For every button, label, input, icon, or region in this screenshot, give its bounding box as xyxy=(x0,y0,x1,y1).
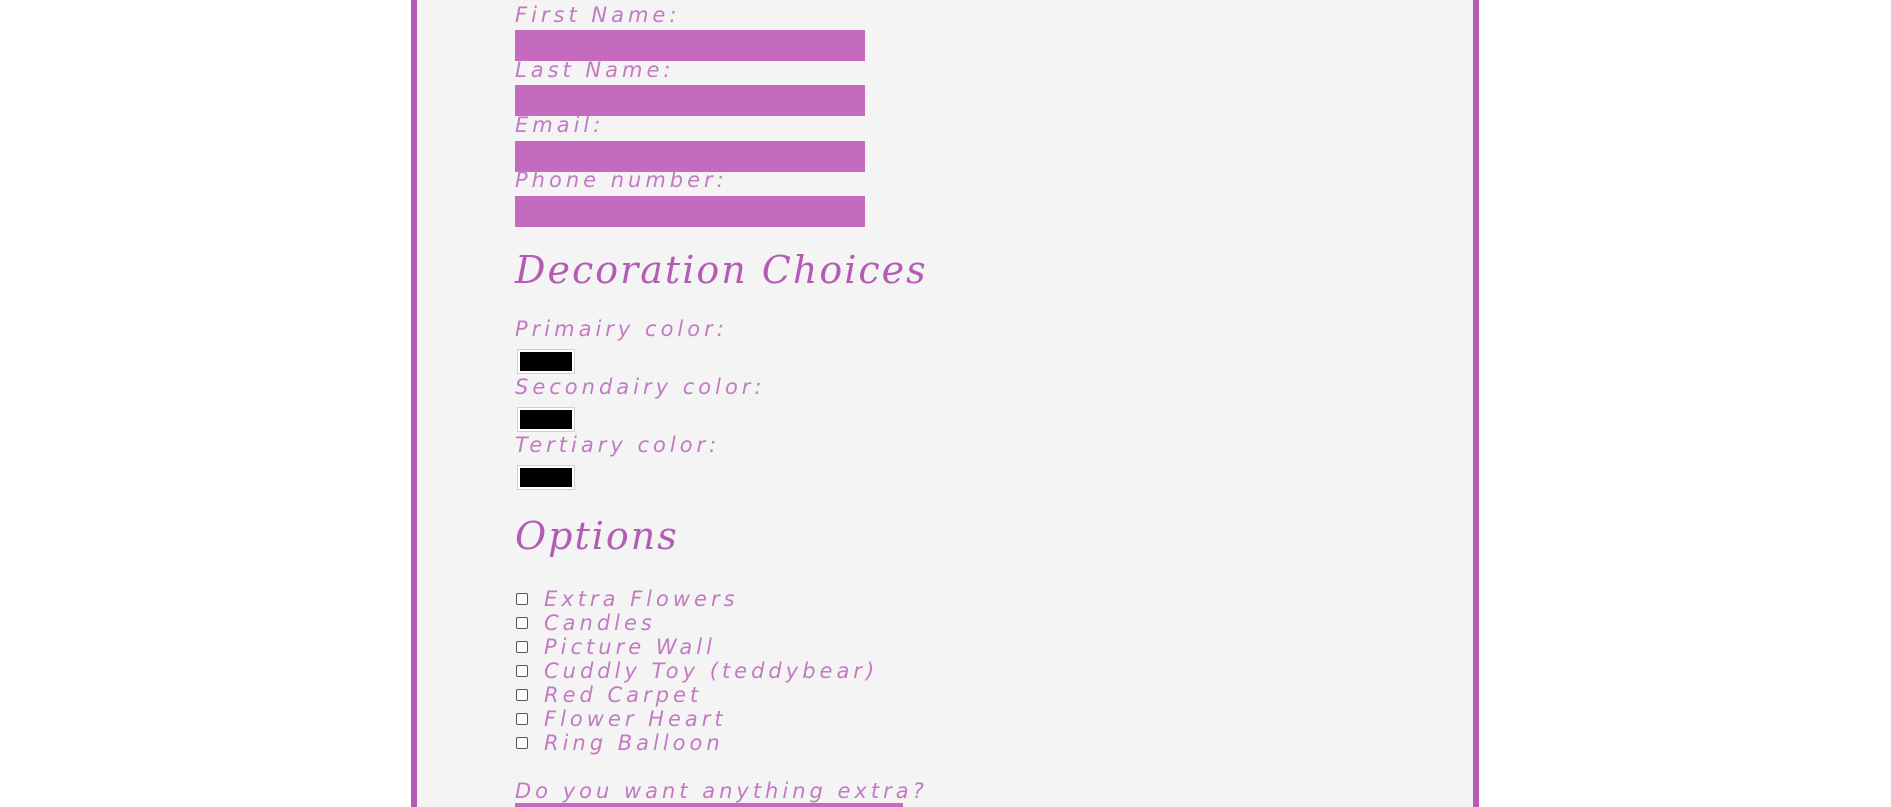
secondary-color-fill xyxy=(520,410,572,429)
secondary-color-picker[interactable] xyxy=(517,407,575,432)
options-heading: Options xyxy=(515,514,679,558)
primary-color-fill xyxy=(520,352,572,371)
first-name-input[interactable] xyxy=(515,30,865,61)
form-panel: First Name: Last Name: Email: Phone numb… xyxy=(411,0,1479,807)
primary-color-label: Primairy color: xyxy=(515,317,728,341)
option-label: Picture Wall xyxy=(544,635,716,659)
decoration-heading: Decoration Choices xyxy=(515,248,928,292)
secondary-color-label: Secondairy color: xyxy=(515,375,766,399)
email-label: Email: xyxy=(515,113,605,137)
option-checkbox[interactable] xyxy=(516,641,528,653)
option-label: Ring Balloon xyxy=(544,731,724,755)
option-label: Red Carpet xyxy=(544,683,703,707)
option-checkbox[interactable] xyxy=(516,689,528,701)
phone-label: Phone number: xyxy=(515,168,728,192)
option-checkbox[interactable] xyxy=(516,713,528,725)
option-checkbox[interactable] xyxy=(516,665,528,677)
tertiary-color-fill xyxy=(520,468,572,487)
option-checkbox[interactable] xyxy=(516,737,528,749)
extra-input[interactable] xyxy=(515,803,903,807)
option-checkbox[interactable] xyxy=(516,617,528,629)
tertiary-color-label: Tertiary color: xyxy=(515,433,721,457)
first-name-label: First Name: xyxy=(515,3,681,27)
option-checkbox[interactable] xyxy=(516,593,528,605)
option-label: Flower Heart xyxy=(544,707,727,731)
option-label: Extra Flowers xyxy=(544,587,739,611)
option-label: Candles xyxy=(544,611,656,635)
option-label: Cuddly Toy (teddybear) xyxy=(544,659,879,683)
primary-color-picker[interactable] xyxy=(517,349,575,374)
extra-label: Do you want anything extra? xyxy=(515,779,928,803)
last-name-label: Last Name: xyxy=(515,58,675,82)
last-name-input[interactable] xyxy=(515,85,865,116)
tertiary-color-picker[interactable] xyxy=(517,465,575,490)
phone-input[interactable] xyxy=(515,196,865,227)
